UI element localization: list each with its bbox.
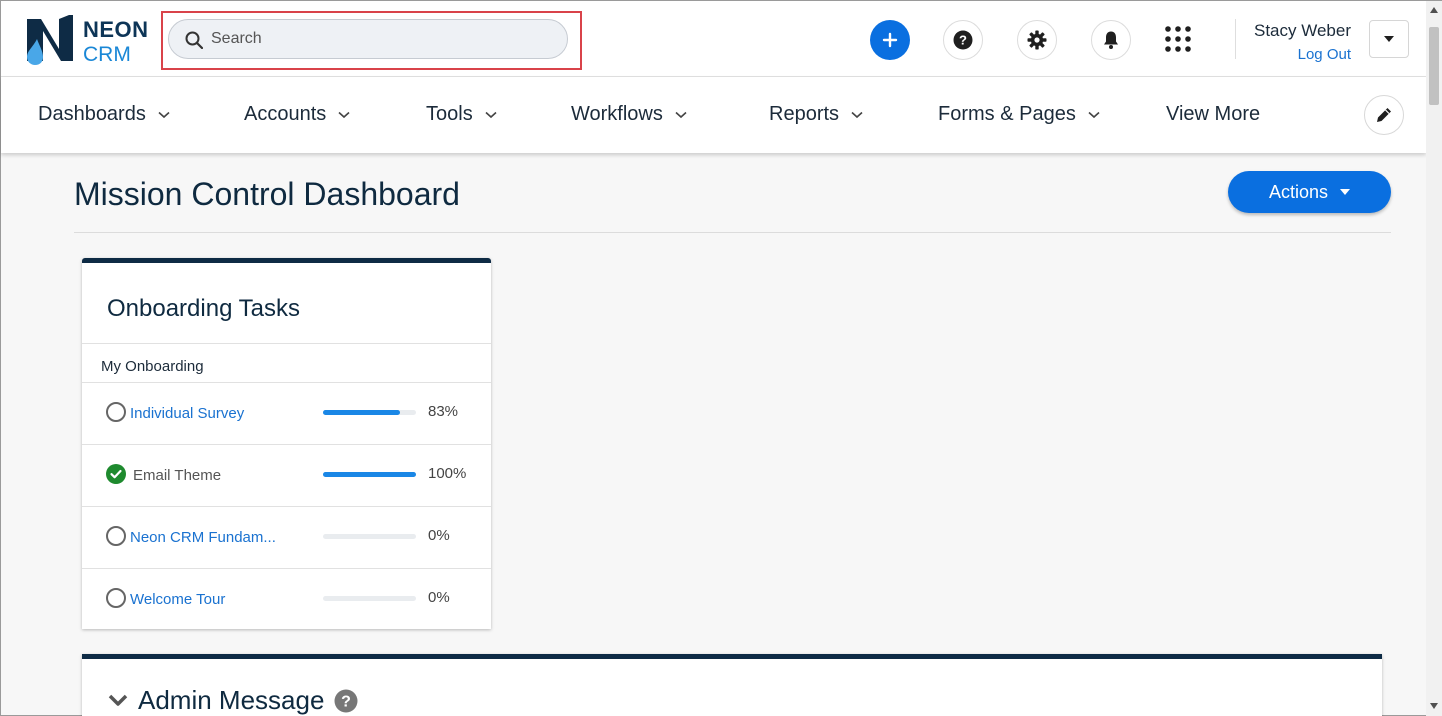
task-link[interactable]: Individual Survey xyxy=(130,405,244,422)
progress-bar xyxy=(323,534,416,539)
admin-message-header[interactable]: Admin Message ? xyxy=(108,685,358,716)
progress-percent: 0% xyxy=(428,527,450,544)
nav-item-workflows[interactable]: Workflows xyxy=(571,103,687,126)
vertical-scrollbar[interactable] xyxy=(1426,1,1442,716)
task-row[interactable]: Neon CRM Fundam... 0% xyxy=(82,507,491,568)
incomplete-circle-icon xyxy=(106,526,126,546)
neon-crm-logo[interactable]: NEON CRM xyxy=(23,13,153,67)
help-icon[interactable]: ? xyxy=(334,689,358,713)
chevron-down-icon xyxy=(338,111,350,118)
card-subtitle: My Onboarding xyxy=(101,358,204,375)
chevron-down-icon xyxy=(485,111,497,118)
progress-bar xyxy=(323,410,416,415)
nav-item-tools[interactable]: Tools xyxy=(426,103,497,126)
logout-link[interactable]: Log Out xyxy=(1237,46,1351,63)
logo-word-neon: NEON xyxy=(83,17,149,42)
scroll-up-arrow-icon[interactable] xyxy=(1430,7,1438,13)
progress-fill xyxy=(323,410,401,415)
onboarding-tasks-card: Onboarding Tasks My Onboarding Individua… xyxy=(82,258,491,629)
neon-logo-mark-icon xyxy=(27,15,73,65)
card-title: Onboarding Tasks xyxy=(107,295,301,322)
header-divider xyxy=(1235,19,1236,59)
apps-menu-button[interactable] xyxy=(1164,25,1194,55)
edit-navigation-button[interactable] xyxy=(1364,95,1404,135)
scroll-down-arrow-icon[interactable] xyxy=(1430,703,1438,709)
notifications-button[interactable] xyxy=(1091,20,1131,60)
pencil-icon xyxy=(1377,108,1391,122)
task-label: Email Theme xyxy=(133,467,222,484)
chevron-down-icon xyxy=(158,111,170,118)
nav-label: View More xyxy=(1166,103,1261,125)
progress-bar xyxy=(323,472,416,477)
task-row[interactable]: Email Theme 100% xyxy=(82,445,491,506)
apps-grid-icon xyxy=(1165,26,1191,52)
chevron-down-icon xyxy=(675,111,687,118)
scrollbar-thumb[interactable] xyxy=(1429,27,1439,105)
progress-bar xyxy=(323,596,416,601)
help-button[interactable]: ? xyxy=(943,20,983,60)
nav-label: Workflows xyxy=(571,103,663,125)
caret-down-icon xyxy=(1384,36,1394,42)
user-name: Stacy Weber xyxy=(1253,21,1351,40)
svg-text:?: ? xyxy=(959,33,967,48)
incomplete-circle-icon xyxy=(106,402,126,422)
incomplete-circle-icon xyxy=(106,588,126,608)
caret-down-icon xyxy=(1340,189,1351,195)
admin-message-card: Admin Message ? xyxy=(82,654,1382,716)
top-header: NEON CRM ? xyxy=(1,1,1426,77)
nav-item-reports[interactable]: Reports xyxy=(769,103,863,126)
nav-item-dashboards[interactable]: Dashboards xyxy=(38,103,170,126)
progress-fill xyxy=(323,472,416,477)
page-divider xyxy=(74,232,1391,233)
check-circle-icon xyxy=(106,464,126,484)
search-input[interactable] xyxy=(211,28,551,50)
nav-label: Accounts xyxy=(244,103,327,125)
search-icon xyxy=(185,31,203,49)
add-new-button[interactable] xyxy=(870,20,910,60)
progress-percent: 83% xyxy=(428,403,459,420)
svg-text:?: ? xyxy=(342,693,352,710)
nav-item-view-more[interactable]: View More xyxy=(1166,103,1260,126)
admin-message-title: Admin Message xyxy=(138,685,325,715)
chevron-down-icon[interactable] xyxy=(108,694,128,708)
settings-button[interactable] xyxy=(1017,20,1057,60)
task-row[interactable]: Welcome Tour 0% xyxy=(82,569,491,630)
bell-icon xyxy=(1104,31,1118,49)
nav-label: Tools xyxy=(426,103,473,125)
chevron-down-icon xyxy=(851,111,863,118)
user-menu-dropdown[interactable] xyxy=(1369,20,1409,58)
task-link[interactable]: Neon CRM Fundam... xyxy=(130,529,276,546)
progress-percent: 100% xyxy=(428,465,467,482)
plus-icon xyxy=(882,32,898,48)
logo-word-crm: CRM xyxy=(83,43,131,66)
progress-percent: 0% xyxy=(428,589,450,606)
task-link[interactable]: Welcome Tour xyxy=(130,591,225,608)
task-row[interactable]: Individual Survey 83% xyxy=(82,383,491,444)
nav-label: Forms & Pages xyxy=(938,103,1076,125)
divider xyxy=(82,343,491,344)
actions-label: Actions xyxy=(1268,181,1329,202)
page-title: Mission Control Dashboard xyxy=(74,176,460,212)
nav-item-forms-pages[interactable]: Forms & Pages xyxy=(938,103,1100,126)
nav-label: Dashboards xyxy=(38,103,146,125)
actions-button[interactable]: Actions xyxy=(1228,171,1391,213)
search-bar[interactable] xyxy=(168,19,568,59)
main-navigation: Dashboards Accounts Tools Workflows Repo… xyxy=(1,77,1426,153)
nav-label: Reports xyxy=(769,103,840,125)
nav-item-accounts[interactable]: Accounts xyxy=(244,103,350,126)
gear-icon xyxy=(1027,30,1047,50)
help-icon: ? xyxy=(953,30,973,50)
chevron-down-icon xyxy=(1088,111,1100,118)
